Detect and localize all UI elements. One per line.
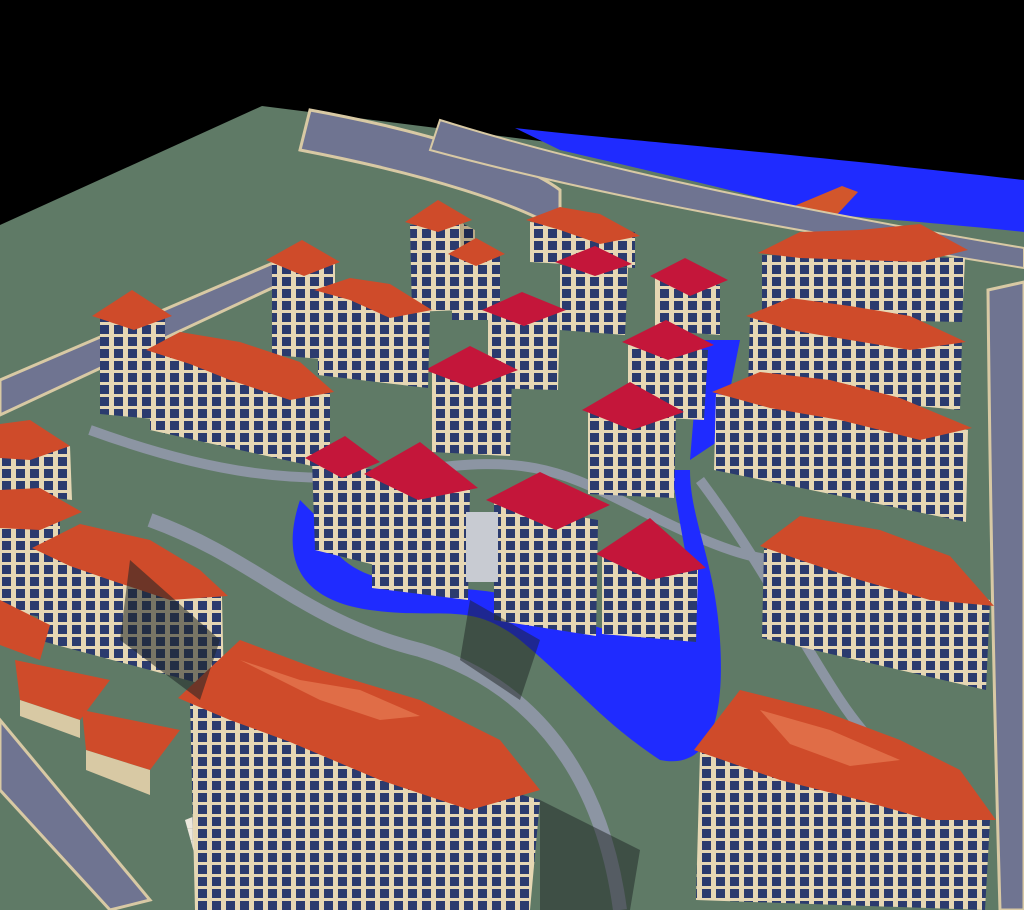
aerial-masterplan-render [0, 0, 1024, 910]
tower-red-a [555, 246, 632, 335]
tower-central-3 [486, 472, 610, 636]
tower-central-1 [305, 436, 380, 565]
podium-central [466, 512, 498, 582]
